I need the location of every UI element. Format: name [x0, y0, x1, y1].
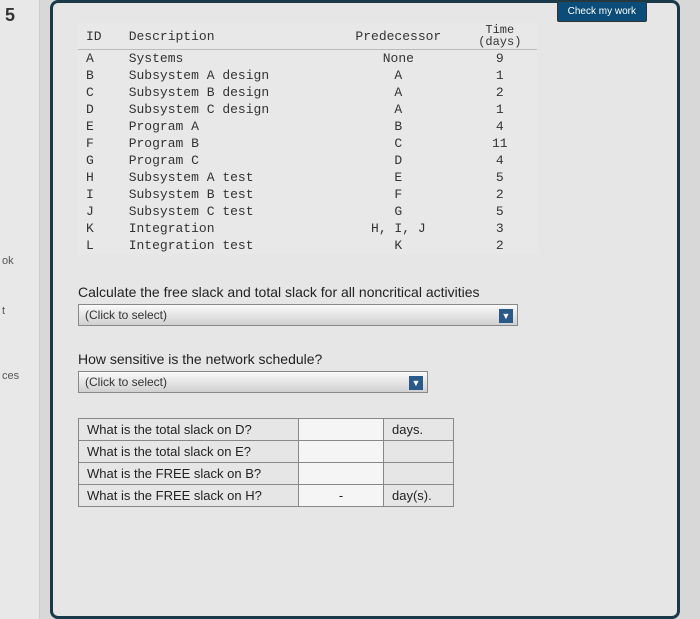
cell-predecessor: D: [334, 152, 462, 169]
col-time: Time (days): [462, 23, 537, 50]
slack-question-d: What is the total slack on D?: [79, 419, 299, 441]
unit-label: [384, 463, 454, 485]
slack-input-h[interactable]: -: [299, 485, 384, 507]
select-slack-answer[interactable]: (Click to select) ▼: [78, 304, 518, 326]
col-id: ID: [78, 23, 121, 50]
table-row: BSubsystem A designA1: [78, 67, 537, 84]
cell-description: Subsystem A test: [121, 169, 335, 186]
cell-id: J: [78, 203, 121, 220]
select-placeholder: (Click to select): [85, 308, 167, 322]
activity-table: ID Description Predecessor Time (days) A…: [78, 23, 537, 254]
table-row: GProgram CD4: [78, 152, 537, 169]
slack-input-table: What is the total slack on D? days. What…: [78, 418, 454, 507]
cell-time: 5: [462, 203, 537, 220]
slack-input-b[interactable]: [299, 463, 384, 485]
cell-id: I: [78, 186, 121, 203]
check-my-work-button[interactable]: Check my work: [557, 1, 647, 22]
col-description: Description: [121, 23, 335, 50]
table-row: EProgram AB4: [78, 118, 537, 135]
table-row: HSubsystem A testE5: [78, 169, 537, 186]
cell-predecessor: A: [334, 101, 462, 118]
cell-predecessor: H, I, J: [334, 220, 462, 237]
cell-id: D: [78, 101, 121, 118]
col-predecessor: Predecessor: [334, 23, 462, 50]
cell-time: 1: [462, 67, 537, 84]
cell-time: 11: [462, 135, 537, 152]
cell-predecessor: A: [334, 67, 462, 84]
cell-id: K: [78, 220, 121, 237]
cell-id: E: [78, 118, 121, 135]
cell-id: B: [78, 67, 121, 84]
table-row: FProgram BC11: [78, 135, 537, 152]
cell-description: Subsystem A design: [121, 67, 335, 84]
cell-description: Program A: [121, 118, 335, 135]
slack-question-e: What is the total slack on E?: [79, 441, 299, 463]
table-row: LIntegration testK2: [78, 237, 537, 254]
unit-label: days.: [384, 419, 454, 441]
cell-id: H: [78, 169, 121, 186]
table-row: What is the total slack on D? days.: [79, 419, 454, 441]
cell-description: Program C: [121, 152, 335, 169]
cell-id: C: [78, 84, 121, 101]
cell-id: F: [78, 135, 121, 152]
slack-question-h: What is the FREE slack on H?: [79, 485, 299, 507]
table-row: JSubsystem C testG5: [78, 203, 537, 220]
content-panel: Check my work ID Description Predecessor…: [50, 0, 680, 619]
cell-description: Systems: [121, 50, 335, 68]
cell-description: Subsystem C design: [121, 101, 335, 118]
cell-id: L: [78, 237, 121, 254]
cell-description: Subsystem B design: [121, 84, 335, 101]
cell-id: A: [78, 50, 121, 68]
cell-predecessor: B: [334, 118, 462, 135]
left-sidebar-fragment: 5 ok t ces: [0, 0, 40, 619]
cell-predecessor: E: [334, 169, 462, 186]
cell-predecessor: K: [334, 237, 462, 254]
cell-time: 3: [462, 220, 537, 237]
cell-predecessor: None: [334, 50, 462, 68]
cell-predecessor: C: [334, 135, 462, 152]
cell-description: Subsystem C test: [121, 203, 335, 220]
table-row: KIntegrationH, I, J3: [78, 220, 537, 237]
cell-time: 1: [462, 101, 537, 118]
cell-time: 9: [462, 50, 537, 68]
cell-time: 5: [462, 169, 537, 186]
slack-input-e[interactable]: [299, 441, 384, 463]
cell-predecessor: G: [334, 203, 462, 220]
cell-time: 2: [462, 84, 537, 101]
table-header-row: ID Description Predecessor Time (days): [78, 23, 537, 50]
table-row: ISubsystem B testF2: [78, 186, 537, 203]
table-row: What is the total slack on E?: [79, 441, 454, 463]
cell-description: Integration: [121, 220, 335, 237]
chevron-down-icon: ▼: [499, 309, 513, 323]
table-row: ASystemsNone9: [78, 50, 537, 68]
cell-id: G: [78, 152, 121, 169]
unit-label: [384, 441, 454, 463]
cell-time: 4: [462, 152, 537, 169]
select-placeholder: (Click to select): [85, 375, 167, 389]
cell-description: Program B: [121, 135, 335, 152]
question-slack: Calculate the free slack and total slack…: [78, 284, 652, 300]
cell-description: Integration test: [121, 237, 335, 254]
slack-input-d[interactable]: [299, 419, 384, 441]
slack-question-b: What is the FREE slack on B?: [79, 463, 299, 485]
cell-time: 2: [462, 186, 537, 203]
cell-description: Subsystem B test: [121, 186, 335, 203]
unit-label: day(s).: [384, 485, 454, 507]
table-row: CSubsystem B designA2: [78, 84, 537, 101]
cell-time: 2: [462, 237, 537, 254]
chevron-down-icon: ▼: [409, 376, 423, 390]
select-sensitivity-answer[interactable]: (Click to select) ▼: [78, 371, 428, 393]
table-row: What is the FREE slack on H? - day(s).: [79, 485, 454, 507]
table-row: DSubsystem C designA1: [78, 101, 537, 118]
table-row: What is the FREE slack on B?: [79, 463, 454, 485]
cell-predecessor: F: [334, 186, 462, 203]
question-sensitivity: How sensitive is the network schedule?: [78, 351, 652, 367]
cell-predecessor: A: [334, 84, 462, 101]
cell-time: 4: [462, 118, 537, 135]
